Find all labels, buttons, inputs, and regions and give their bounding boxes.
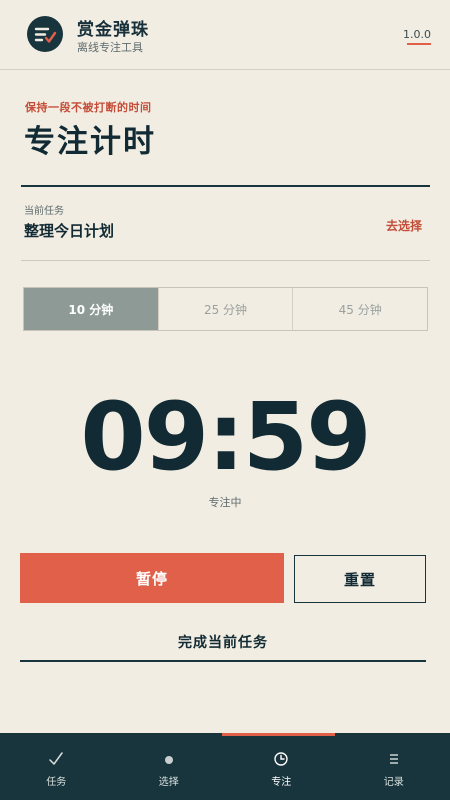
app-title: 赏金弹珠 — [77, 20, 149, 40]
nav-item-records[interactable]: 记录 — [338, 733, 450, 800]
app-subtitle: 离线专注工具 — [77, 41, 143, 54]
nav-label-focus: 专注 — [271, 777, 292, 788]
choose-task-link[interactable]: 去选择 — [386, 217, 422, 234]
current-task-name: 整理今日计划 — [24, 222, 115, 240]
check-icon — [0, 749, 113, 769]
nav-active-indicator — [222, 733, 335, 736]
version-underline — [407, 43, 431, 45]
pause-button[interactable]: 暂停 — [20, 553, 284, 603]
app-header: 赏金弹珠 离线专注工具 1.0.0 — [0, 0, 450, 70]
nav-item-select[interactable]: 选择 — [113, 733, 226, 800]
list-icon — [338, 749, 450, 769]
nav-label-select: 选择 — [158, 777, 179, 788]
timer-status: 专注中 — [208, 496, 242, 509]
task-divider — [21, 260, 430, 261]
dot-icon — [113, 749, 226, 769]
complete-underline — [20, 660, 426, 662]
duration-option-45[interactable]: 45 分钟 — [292, 288, 427, 330]
duration-option-25[interactable]: 25 分钟 — [157, 288, 293, 330]
reset-button[interactable]: 重置 — [294, 555, 426, 603]
duration-option-10[interactable]: 10 分钟 — [24, 288, 158, 330]
nav-item-tasks[interactable]: 任务 — [0, 733, 113, 800]
nav-label-records: 记录 — [383, 777, 404, 788]
page-tagline: 保持一段不被打断的时间 — [25, 101, 152, 114]
logo-list-check-icon — [34, 27, 57, 43]
nav-item-focus[interactable]: 专注 — [225, 733, 338, 800]
page-title: 专注计时 — [24, 124, 156, 160]
timer-display: 09:59 — [80, 383, 371, 492]
clock-icon — [225, 749, 338, 769]
title-divider — [21, 185, 430, 187]
nav-label-tasks: 任务 — [46, 777, 67, 788]
complete-task-button[interactable]: 完成当前任务 — [20, 624, 426, 660]
current-task-label: 当前任务 — [24, 206, 64, 217]
app-logo — [27, 16, 63, 52]
bottom-nav: 任务 选择 专注 记录 — [0, 733, 450, 800]
duration-selector: 10 分钟 25 分钟 45 分钟 — [23, 287, 428, 331]
version-label: 1.0.0 — [403, 28, 431, 41]
